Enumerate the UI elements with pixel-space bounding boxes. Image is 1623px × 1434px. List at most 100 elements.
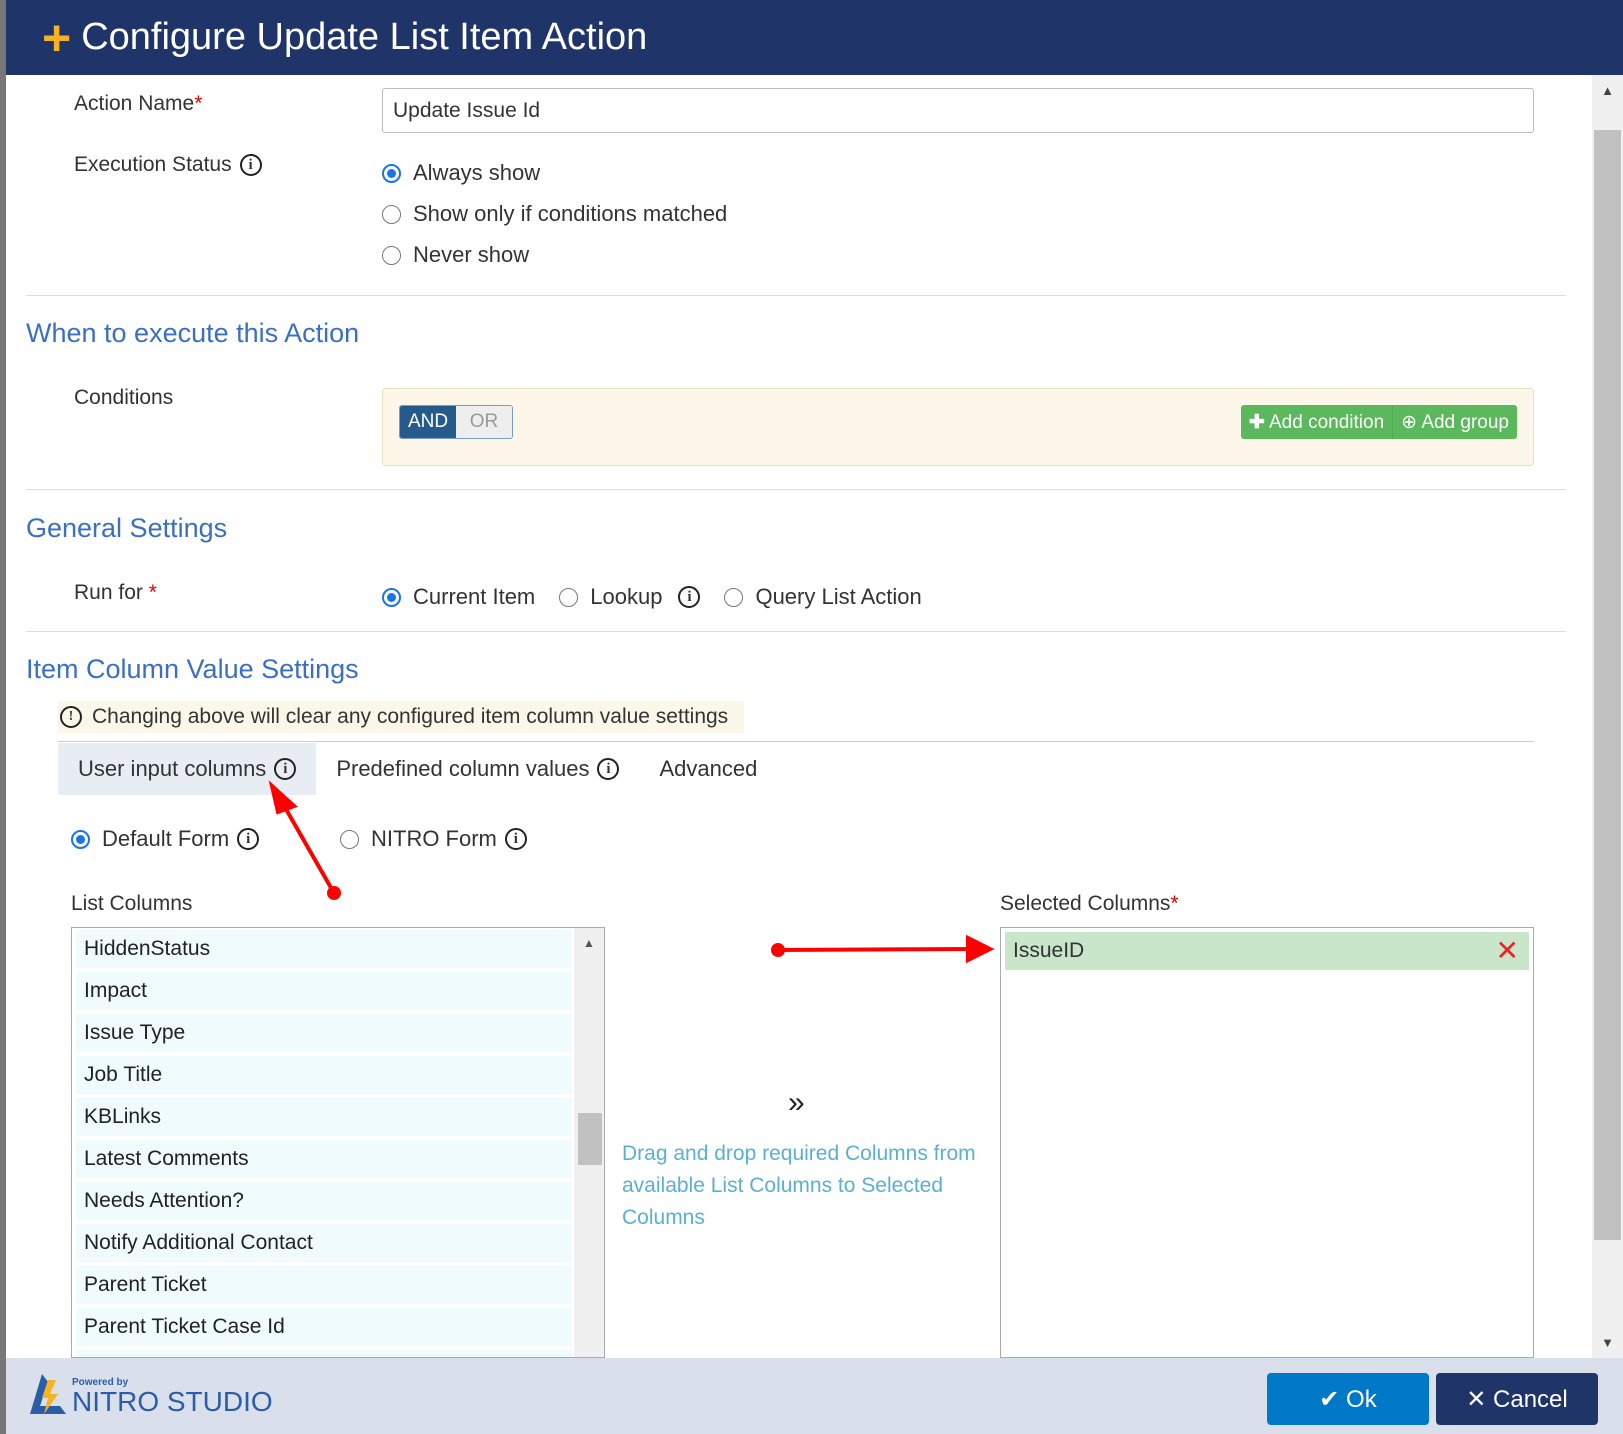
- selected-columns-box[interactable]: IssueID ✕: [1000, 927, 1534, 1358]
- execution-status-label: Execution Status i: [74, 153, 262, 177]
- arrow-annotation: [771, 934, 995, 964]
- info-icon[interactable]: i: [274, 758, 297, 780]
- selected-columns-label: Selected Columns*: [1000, 892, 1179, 915]
- list-column-item[interactable]: Parent Ticket Case Id: [76, 1308, 572, 1346]
- list-column-item[interactable]: Impact: [76, 972, 572, 1010]
- plus-icon: ✚: [1248, 411, 1265, 433]
- scroll-up-icon[interactable]: ▲: [1592, 83, 1623, 98]
- radio-always-show[interactable]: Always show: [382, 160, 540, 186]
- tab-user-input-columns[interactable]: User input columns i: [58, 743, 317, 795]
- run-for-options: Current Item Lookup i Query List Action: [382, 584, 922, 610]
- section-when-heading: When to execute this Action: [26, 318, 360, 348]
- add-group-button[interactable]: ⊕ Add group: [1393, 405, 1517, 439]
- tabs: User input columns i Predefined column va…: [58, 743, 777, 795]
- and-button[interactable]: AND: [400, 406, 456, 438]
- list-scrollbar-thumb[interactable]: [578, 1113, 602, 1165]
- add-condition-button[interactable]: ✚ Add condition: [1240, 405, 1394, 439]
- radio-button[interactable]: [382, 204, 401, 224]
- radio-label: Never show: [413, 242, 530, 267]
- info-icon[interactable]: i: [237, 828, 260, 850]
- tab-predefined-column-values[interactable]: Predefined column values i: [316, 743, 639, 795]
- radio-show-if-matched[interactable]: Show only if conditions matched: [382, 201, 727, 227]
- section-general-heading: General Settings: [26, 513, 228, 543]
- tab-label: User input columns: [78, 756, 267, 781]
- radio-never-show[interactable]: Never show: [382, 242, 529, 268]
- run-for-label: Run for *: [74, 581, 157, 604]
- list-column-item[interactable]: Parent Ticket: [76, 1266, 572, 1304]
- dialog-title: Configure Update List Item Action: [81, 16, 648, 58]
- radio-query-list-action[interactable]: Query List Action: [724, 584, 922, 610]
- info-icon[interactable]: i: [239, 154, 262, 177]
- scroll-down-icon[interactable]: ▼: [1592, 1335, 1623, 1350]
- radio-label: Show only if conditions matched: [413, 201, 728, 226]
- radio-button[interactable]: [382, 163, 401, 183]
- list-scrollbar[interactable]: ▲: [574, 928, 604, 1357]
- window-edge: [0, 0, 6, 1434]
- list-column-item[interactable]: Needs Attention?: [76, 1182, 572, 1220]
- radio-lookup[interactable]: Lookup i: [559, 584, 701, 610]
- ok-label: Ok: [1346, 1385, 1377, 1413]
- selected-column-item[interactable]: IssueID ✕: [1005, 932, 1529, 970]
- list-columns-box[interactable]: ▲ HiddenStatus Impact Issue Type Job Title K…: [71, 927, 605, 1358]
- ok-button[interactable]: ✔ Ok: [1267, 1373, 1429, 1425]
- radio-label: Default Form: [102, 826, 230, 851]
- list-column-item[interactable]: Notify Additional Contact: [76, 1224, 572, 1262]
- radio-nitro-form[interactable]: NITRO Form i: [340, 826, 527, 852]
- radio-button[interactable]: [382, 245, 401, 265]
- drag-drop-hint: Drag and drop required Columns from avai…: [622, 1142, 976, 1229]
- info-icon[interactable]: i: [504, 828, 527, 850]
- info-icon[interactable]: i: [597, 758, 620, 780]
- warning-text: Changing above will clear any configured…: [92, 705, 729, 728]
- nitro-studio-logo: Powered by NITRO STUDIO: [28, 1374, 273, 1416]
- conditions-box: AND OR ✚ Add condition ⊕ Add group: [382, 388, 1534, 466]
- condition-actions: ✚ Add condition ⊕ Add group: [1240, 405, 1517, 439]
- radio-current-item[interactable]: Current Item: [382, 584, 535, 610]
- brand-text: NITRO STUDIO: [72, 1386, 273, 1417]
- radio-button[interactable]: [340, 829, 359, 849]
- divider: [26, 295, 1566, 296]
- exclamation-icon: !: [60, 706, 82, 728]
- plus-circle-icon: ⊕: [1401, 411, 1418, 433]
- list-column-item[interactable]: HiddenStatus: [76, 930, 572, 968]
- radio-default-form[interactable]: Default Form i: [71, 826, 260, 852]
- radio-label: NITRO Form: [371, 826, 497, 851]
- info-icon[interactable]: i: [678, 586, 701, 608]
- radio-label: Lookup: [590, 584, 663, 609]
- dialog-header: + Configure Update List Item Action: [6, 0, 1623, 75]
- divider: [26, 631, 1566, 632]
- section-item-columns-heading: Item Column Value Settings: [26, 654, 359, 684]
- remove-icon[interactable]: ✕: [1496, 932, 1519, 970]
- tab-advanced[interactable]: Advanced: [639, 743, 777, 795]
- list-column-item[interactable]: Previous Assigned Staff: [76, 1350, 572, 1357]
- divider: [26, 489, 1566, 490]
- action-name-input[interactable]: [382, 88, 1534, 133]
- scroll-up-icon[interactable]: ▲: [574, 936, 604, 950]
- warning-banner: ! Changing above will clear any configure…: [58, 701, 745, 733]
- plus-icon: +: [42, 9, 72, 66]
- page-scrollbar-thumb[interactable]: [1594, 130, 1621, 1240]
- tabs-divider: [58, 741, 1534, 742]
- conditions-label: Conditions: [74, 386, 174, 409]
- radio-button[interactable]: [382, 587, 401, 607]
- radio-label: Always show: [413, 160, 541, 185]
- radio-label: Current Item: [413, 584, 536, 609]
- move-right-icon[interactable]: »: [788, 1086, 805, 1120]
- list-column-item[interactable]: Job Title: [76, 1056, 572, 1094]
- close-icon: ✕: [1466, 1385, 1487, 1413]
- and-or-toggle: AND OR: [399, 405, 513, 439]
- check-icon: ✔: [1319, 1385, 1340, 1413]
- page-scrollbar[interactable]: ▲ ▼: [1592, 75, 1623, 1358]
- radio-button[interactable]: [71, 829, 90, 849]
- list-column-item[interactable]: Latest Comments: [76, 1140, 572, 1178]
- list-column-item[interactable]: KBLinks: [76, 1098, 572, 1136]
- cancel-button[interactable]: ✕ Cancel: [1436, 1373, 1598, 1425]
- radio-button[interactable]: [559, 587, 579, 607]
- list-column-item[interactable]: Issue Type: [76, 1014, 572, 1052]
- tab-label: Advanced: [659, 756, 758, 781]
- arrow-annotation: [268, 780, 341, 900]
- action-name-label: Action Name*: [74, 92, 203, 115]
- radio-label: Query List Action: [755, 584, 922, 609]
- or-button[interactable]: OR: [456, 406, 512, 438]
- add-group-label: Add group: [1421, 411, 1509, 433]
- radio-button[interactable]: [724, 587, 744, 607]
